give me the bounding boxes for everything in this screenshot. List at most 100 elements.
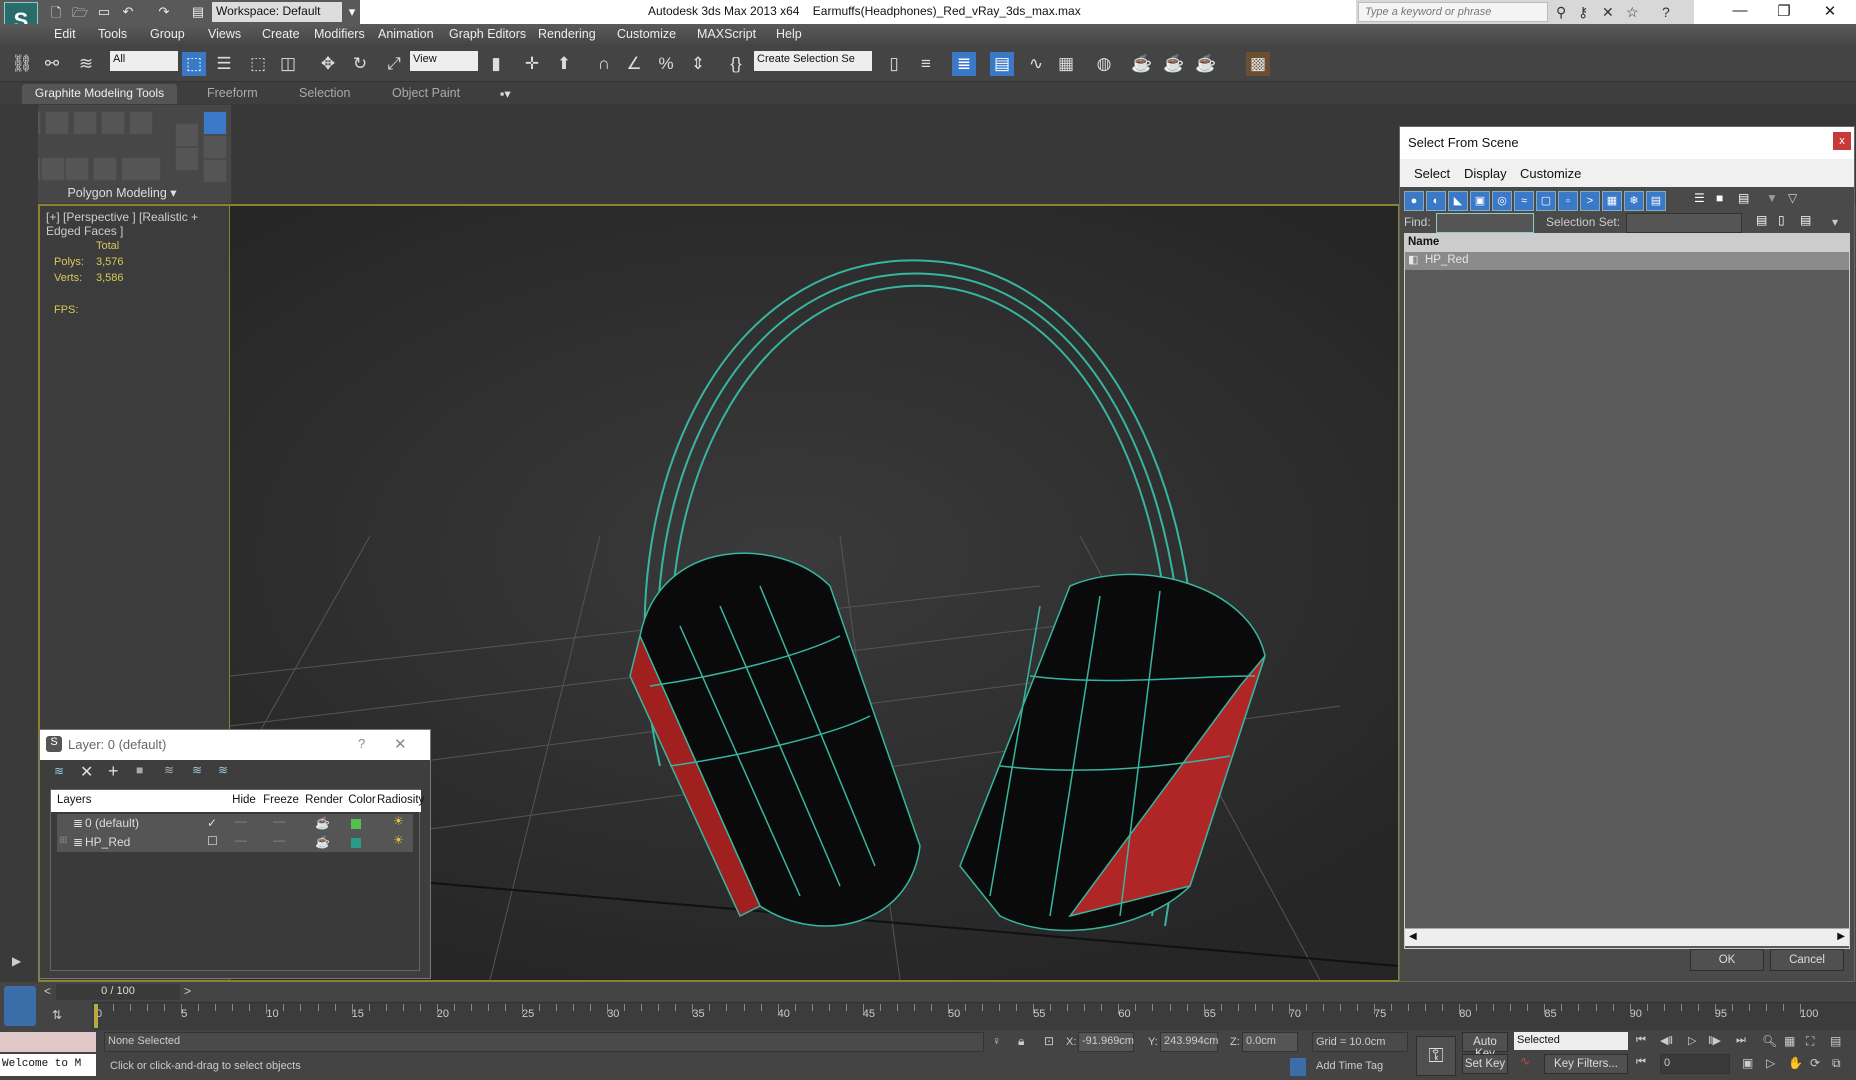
key-curve-icon[interactable]: ∿ [1520,1054,1530,1068]
edit-named-selection-icon[interactable]: {} [724,52,748,76]
column-current[interactable] [201,790,227,812]
disabled-icon[interactable] [121,157,161,181]
maximize-viewport-icon[interactable]: ⧉ [1832,1056,1841,1071]
percent-snap-icon[interactable]: % [654,52,678,76]
current-frame-input[interactable]: 0 [1660,1054,1730,1074]
rotate-icon[interactable]: ↻ [348,52,372,76]
menu-animation[interactable]: Animation [378,27,434,41]
named-selection-set-dropdown[interactable]: Create Selection Se [754,51,872,71]
manipulate-icon[interactable]: ✛ [520,52,544,76]
maxscript-listener-pink[interactable] [0,1032,96,1052]
z-coordinate-input[interactable]: 0.0cm [1242,1032,1298,1052]
time-cursor[interactable] [94,1004,98,1028]
lights-filter-icon[interactable]: ◣ [1448,191,1468,211]
tab-selection[interactable]: Selection [299,86,350,100]
selection-filter-dropdown[interactable]: All [110,51,178,71]
filter-options-icon[interactable]: ▽ [1788,191,1797,205]
list-item[interactable]: ◧ HP_Red [1405,252,1849,270]
spinner-snap-icon[interactable]: ⇕ [686,52,710,76]
column-freeze[interactable]: Freeze [261,790,301,812]
find-input[interactable] [1436,213,1534,233]
select-icon-3[interactable] [65,157,89,181]
current-layer-checkbox[interactable]: ☐ [207,834,218,848]
previous-frame-icon[interactable]: ◀‖ [1660,1034,1673,1047]
hide-toggle[interactable]: — [235,833,247,847]
zoom-all-icon[interactable]: ▦ [1784,1034,1795,1048]
column-header-name[interactable]: Name [1405,234,1849,252]
restore-button[interactable]: ❐ [1764,2,1804,20]
scroll-right-icon[interactable]: ▶ [1837,931,1845,942]
y-coordinate-input[interactable]: 243.994cm [1160,1032,1218,1052]
align-icon[interactable]: ≡ [914,52,938,76]
pivot-center-icon[interactable]: ▮ [484,52,508,76]
polygon-icon[interactable] [101,111,125,135]
pan-icon[interactable]: ✋ [1788,1056,1803,1070]
menu-graph-editors[interactable]: Graph Editors [449,27,526,41]
column-hide[interactable]: Hide [227,790,261,812]
collapse-icon[interactable] [203,159,227,183]
key-filters-button[interactable]: Key Filters... [1544,1054,1628,1074]
satellite-icon[interactable]: ✕ [1602,4,1614,21]
set-key-button[interactable]: Set Key [1462,1054,1508,1074]
select-icon-2[interactable] [41,157,65,181]
expand-arrow-icon[interactable]: ▶ [12,954,21,968]
polygon-modeling-dropdown[interactable]: Polygon Modeling ▾ [11,185,233,200]
create-layer-icon[interactable]: ≋ [54,764,64,778]
column-layers[interactable]: Layers [51,790,201,812]
collapse-toolbar-icon[interactable]: ▾ [1832,215,1838,229]
menu-maxscript[interactable]: MAXScript [697,27,756,41]
render-production-icon[interactable]: ☕ [1194,52,1218,76]
close-button[interactable]: ✕ [1810,2,1850,20]
move-down-icon[interactable] [175,147,199,171]
menu-customize[interactable]: Customize [617,27,676,41]
pin-stack-icon[interactable] [203,135,227,159]
menu-edit[interactable]: Edit [54,27,76,41]
go-to-start-icon[interactable]: ⏮ [1636,1034,1646,1047]
containers-filter-icon[interactable]: ▦ [1602,191,1622,211]
project-folder-icon[interactable]: ▤ [190,4,206,20]
unlink-icon[interactable]: ⚯ [40,52,64,76]
add-time-tag[interactable]: Add Time Tag [1312,1056,1408,1076]
orbit-icon[interactable]: ⟳ [1810,1056,1820,1070]
scroll-left-icon[interactable]: ◀ [1409,931,1417,942]
menu-tools[interactable]: Tools [98,27,127,41]
undo-icon[interactable]: ↶ [120,4,136,20]
redo-icon[interactable]: ↷ [156,4,172,20]
select-invert-icon[interactable]: ▤ [1800,213,1811,227]
zoom-extents-icon[interactable]: ⛶ [1806,1034,1814,1049]
display-none-icon[interactable]: ■ [1716,191,1723,205]
element-icon[interactable] [129,111,153,135]
delete-layer-icon[interactable]: ✕ [80,762,93,782]
radiosity-icon[interactable]: ☀ [393,814,404,828]
select-object-icon[interactable]: ⬚ [182,52,206,76]
help-icon[interactable]: ? [1662,4,1670,20]
menu-rendering[interactable]: Rendering [538,27,596,41]
groups-filter-icon[interactable]: ▢ [1536,191,1556,211]
freeze-toggle[interactable]: — [273,814,285,828]
move-up-icon[interactable] [175,123,199,147]
cameras-filter-icon[interactable]: ▣ [1470,191,1490,211]
helpers-filter-icon[interactable]: ◎ [1492,191,1512,211]
time-tag-icon[interactable] [1290,1058,1306,1076]
schematic-view-icon[interactable]: ▦ [1054,52,1078,76]
star-icon[interactable]: ☆ [1626,4,1639,21]
key-mode-dropdown[interactable]: Selected [1514,1032,1628,1050]
snaps-toggle-icon[interactable]: ∩ [592,52,616,76]
lock-icon[interactable]: 🔒︎ [1018,1034,1024,1049]
menu-group[interactable]: Group [150,27,185,41]
isolate-icon[interactable]: ♀ [992,1034,1001,1048]
curve-editor-icon[interactable]: ∿ [1024,52,1048,76]
tab-object-paint[interactable]: Object Paint [392,86,460,100]
current-layer-check[interactable]: ✓ [207,816,217,830]
select-all-icon[interactable]: ▤ [1756,213,1767,227]
render-teapot-icon[interactable]: ☕ [315,816,330,830]
close-button[interactable]: x [1833,132,1851,150]
preview-icon[interactable] [93,157,117,181]
freeze-all-icon[interactable]: ≋ [218,763,228,777]
ribbon-options-icon[interactable]: ▪▾ [500,86,511,101]
layer-color-swatch[interactable] [351,819,361,829]
menu-customize[interactable]: Customize [1520,166,1581,181]
cancel-button[interactable]: Cancel [1770,949,1844,971]
select-by-name-icon[interactable]: ☰ [212,52,236,76]
workspace-dropdown[interactable]: Workspace: Default [212,2,342,22]
